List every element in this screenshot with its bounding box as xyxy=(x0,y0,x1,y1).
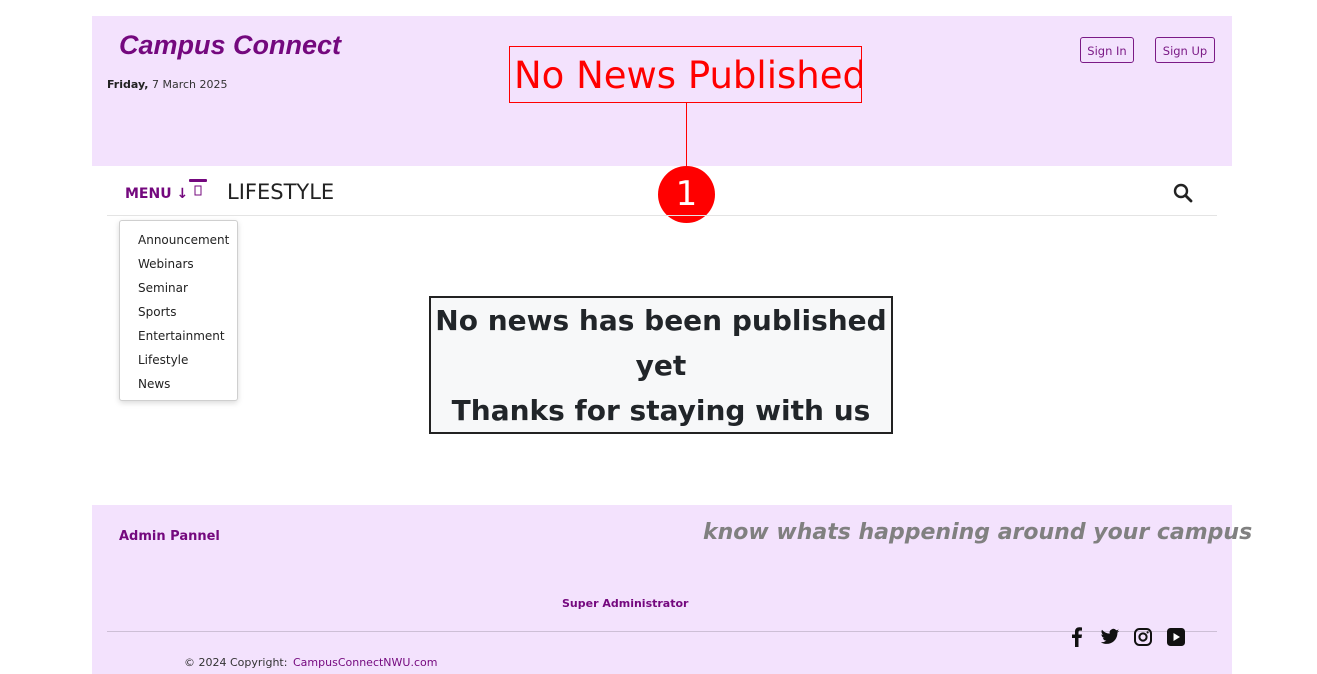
search-icon[interactable] xyxy=(1173,183,1193,203)
super-admin-link[interactable]: Super Administrator xyxy=(562,597,688,610)
dropdown-item-announcement[interactable]: Announcement xyxy=(138,233,229,247)
no-news-message: No news has been published yet Thanks fo… xyxy=(429,296,893,434)
date-day: Friday, xyxy=(107,78,149,91)
dropdown-item-news[interactable]: News xyxy=(138,377,170,391)
category-dropdown: Announcement Webinars Seminar Sports Ent… xyxy=(119,220,238,401)
admin-panel-link[interactable]: Admin Pannel xyxy=(119,529,220,544)
annotation-label: No News Published xyxy=(509,46,862,103)
nav-divider xyxy=(107,215,1217,216)
section-title: LIFESTYLE xyxy=(227,180,335,204)
current-date: Friday, 7 March 2025 xyxy=(107,78,227,91)
book-bookmark-icon xyxy=(189,179,207,199)
message-line-2: yet xyxy=(635,349,687,382)
message-line-3: Thanks for staying with us xyxy=(451,394,871,427)
message-line-1: No news has been published xyxy=(435,304,887,337)
sign-in-button[interactable]: Sign In xyxy=(1080,37,1134,63)
dropdown-item-sports[interactable]: Sports xyxy=(138,305,176,319)
copyright-text: © 2024 Copyright: xyxy=(184,656,288,669)
footer-tagline: know whats happening around your campus xyxy=(703,520,1253,545)
menu-button[interactable]: MENU ↓ xyxy=(125,186,188,202)
dropdown-item-entertainment[interactable]: Entertainment xyxy=(138,329,225,343)
facebook-icon[interactable] xyxy=(1067,627,1087,647)
site-brand[interactable]: Campus Connect xyxy=(119,30,341,61)
footer-divider xyxy=(107,631,1217,632)
date-rest: 7 March 2025 xyxy=(148,78,228,91)
twitter-icon[interactable] xyxy=(1100,627,1120,647)
dropdown-item-seminar[interactable]: Seminar xyxy=(138,281,188,295)
dropdown-item-lifestyle[interactable]: Lifestyle xyxy=(138,353,188,367)
instagram-icon[interactable] xyxy=(1133,627,1153,647)
sign-up-button[interactable]: Sign Up xyxy=(1155,37,1215,63)
dropdown-item-webinars[interactable]: Webinars xyxy=(138,257,194,271)
site-link[interactable]: CampusConnectNWU.com xyxy=(293,656,437,669)
youtube-icon[interactable] xyxy=(1166,627,1186,647)
annotation-connector xyxy=(686,103,687,167)
